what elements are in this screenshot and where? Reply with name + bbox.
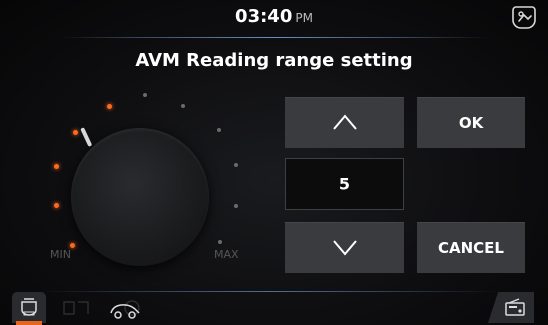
dial-level-dot bbox=[73, 130, 78, 135]
dial-level-dot bbox=[234, 204, 238, 208]
dial-level-dot bbox=[181, 104, 185, 108]
increase-button[interactable] bbox=[285, 97, 404, 148]
decrease-button[interactable] bbox=[285, 222, 404, 273]
ok-button[interactable]: OK bbox=[417, 97, 525, 148]
cancel-label: CANCEL bbox=[438, 238, 504, 257]
screen: 03:40 PM AVM Reading range setting MIN MA… bbox=[0, 0, 548, 325]
dial-min-label: MIN bbox=[50, 248, 71, 261]
range-dial[interactable]: MIN MAX bbox=[40, 85, 260, 270]
bottom-bar bbox=[0, 292, 548, 325]
status-bar: 03:40 PM bbox=[0, 0, 548, 38]
ok-label: OK bbox=[458, 113, 484, 132]
clock-time: 03:40 bbox=[235, 6, 293, 27]
chevron-up-icon bbox=[333, 114, 357, 130]
dial-level-dot bbox=[217, 128, 221, 132]
clock: 03:40 PM bbox=[0, 6, 548, 27]
page-title: AVM Reading range setting bbox=[135, 50, 413, 71]
dial-level-dot bbox=[107, 104, 112, 109]
cancel-button[interactable]: CANCEL bbox=[417, 222, 525, 273]
dial-max-label: MAX bbox=[214, 248, 239, 261]
clock-ampm: PM bbox=[295, 11, 313, 25]
driver-profile-icon[interactable] bbox=[510, 4, 538, 32]
dial-level-dot bbox=[234, 163, 238, 167]
dial-level-dot bbox=[54, 203, 59, 208]
dial-level-dot bbox=[143, 93, 147, 97]
auto-nmh-icon bbox=[21, 298, 37, 316]
car-icon bbox=[110, 304, 140, 319]
range-value-display: 5 bbox=[285, 158, 404, 210]
range-value: 5 bbox=[338, 174, 351, 194]
dial-level-dot bbox=[218, 240, 222, 244]
auto-nmh-tab[interactable] bbox=[12, 292, 46, 323]
chevron-down-icon bbox=[333, 240, 357, 256]
header-divider bbox=[60, 37, 488, 38]
dial-knob[interactable] bbox=[71, 128, 209, 266]
radio-tab[interactable] bbox=[488, 292, 534, 323]
dial-level-dot bbox=[54, 164, 59, 169]
radio-icon bbox=[505, 298, 525, 316]
active-tab-indicator bbox=[16, 321, 42, 325]
